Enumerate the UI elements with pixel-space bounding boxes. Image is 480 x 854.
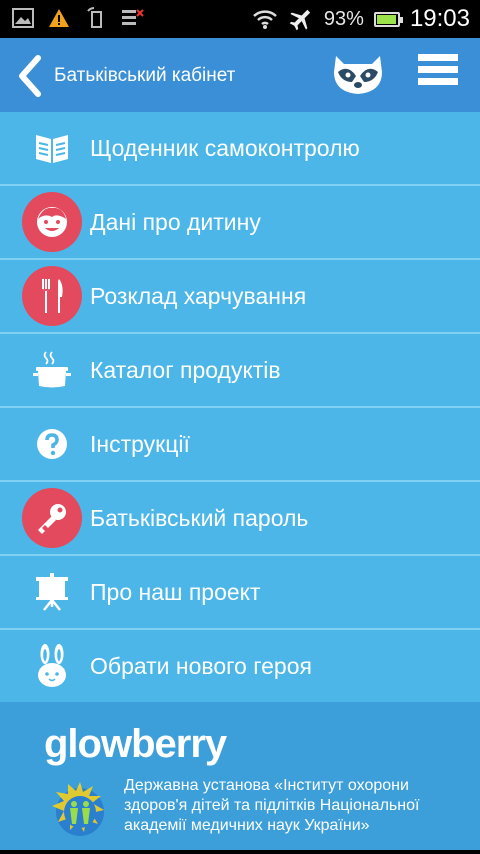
wifi-icon [253, 10, 277, 29]
menu-item-label: Розклад харчування [90, 283, 307, 309]
notification-icons [12, 7, 144, 29]
menu-item-meal-schedule[interactable]: Розклад харчування [0, 260, 480, 334]
menu-item-icon [22, 340, 82, 400]
back-button[interactable] [14, 54, 46, 98]
airplane-mode-icon [289, 9, 311, 31]
menu-item-parent-password[interactable]: Батьківський пароль [0, 482, 480, 556]
bunny-icon [38, 644, 66, 687]
presentation-icon [36, 573, 68, 611]
pot-icon [33, 351, 71, 388]
menu-bar-line [418, 54, 458, 61]
menu-item-label: Про наш проект [90, 579, 261, 605]
institute-emblem-icon [52, 782, 104, 836]
menu-item-child-data[interactable]: Дані про дитину [0, 186, 480, 260]
menu-item-label: Каталог продуктів [90, 357, 281, 383]
institute-name: Державна установа «Інститут охорони здор… [124, 777, 420, 834]
footer: glowberry Державна установа «Інститут ох… [0, 702, 480, 850]
menu-item-product-catalog[interactable]: Каталог продуктів [0, 334, 480, 408]
menu-item-icon [22, 414, 82, 474]
menu-item-label: Обрати нового героя [90, 653, 312, 679]
status-bar: 93% 19:03 [0, 0, 480, 38]
menu-item-label: Інструкції [90, 431, 190, 457]
glowberry-logo: glowberry [44, 722, 227, 766]
menu-item-diary[interactable]: Щоденник самоконтролю [0, 112, 480, 186]
menu-item-label: Щоденник самоконтролю [90, 135, 360, 161]
menu-item-icon [22, 488, 82, 548]
image-icon [12, 8, 34, 28]
clock: 19:03 [409, 5, 470, 32]
red-badge [22, 488, 82, 548]
menu-item-icon [22, 636, 82, 696]
menu-item-icon [22, 192, 82, 252]
raccoon-icon[interactable] [330, 52, 386, 96]
phone-sync-icon [87, 7, 102, 28]
red-badge [22, 192, 82, 252]
main-menu: Щоденник самоконтролю Дані про дитину Ро… [0, 112, 480, 704]
red-badge [22, 266, 82, 326]
menu-item-icon [22, 266, 82, 326]
battery-icon [373, 11, 403, 27]
menu-bar-line [418, 66, 458, 73]
menu-item-icon [22, 118, 82, 178]
menu-item-instructions[interactable]: Інструкції [0, 408, 480, 482]
key-icon [38, 504, 66, 534]
chevron-left-icon [19, 55, 41, 97]
fork-knife-icon [42, 279, 63, 313]
hamburger-menu-button[interactable] [418, 54, 458, 88]
menu-item-icon [22, 562, 82, 622]
question-icon [37, 429, 67, 459]
menu-item-label: Дані про дитину [90, 209, 261, 235]
task-list-icon [122, 9, 144, 25]
battery-percent: 93% [323, 7, 364, 30]
warning-icon [49, 9, 69, 27]
page-title: Батьківський кабінет [54, 65, 236, 86]
child-face-icon [37, 207, 67, 237]
bottom-divider [0, 850, 480, 854]
menu-item-about-project[interactable]: Про наш проект [0, 556, 480, 630]
battery-level-fill [376, 14, 396, 24]
book-icon [36, 135, 68, 163]
menu-item-choose-hero[interactable]: Обрати нового героя [0, 630, 480, 704]
menu-bar-line [418, 78, 458, 85]
app-header: Батьківський кабінет [0, 38, 480, 112]
system-icons: 93% 19:03 [252, 0, 470, 38]
menu-item-label: Батьківський пароль [90, 505, 309, 531]
